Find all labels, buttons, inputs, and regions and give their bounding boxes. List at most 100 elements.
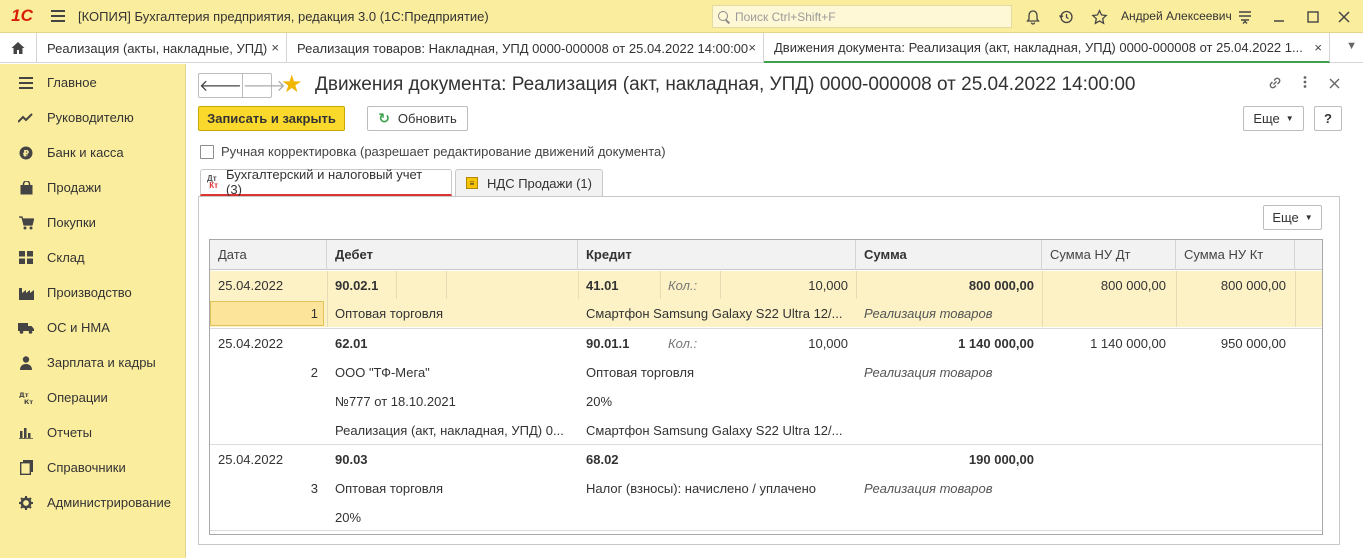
- tab-accounting[interactable]: Дт Кт Бухгалтерский и налоговый учет (3): [200, 167, 452, 197]
- history-icon[interactable]: [1055, 6, 1077, 28]
- search-icon: [717, 10, 731, 24]
- search-placeholder: Поиск Ctrl+Shift+F: [735, 9, 836, 24]
- tabs-dropdown-icon[interactable]: ▼: [1346, 40, 1357, 52]
- help-button[interactable]: ?: [1314, 106, 1342, 131]
- bar-chart-icon: [17, 425, 35, 441]
- global-search-input[interactable]: Поиск Ctrl+Shift+F: [712, 5, 1012, 28]
- cell-credit-account: 90.01.1: [586, 336, 630, 351]
- close-icon[interactable]: ×: [271, 40, 279, 55]
- home-button[interactable]: [0, 33, 37, 63]
- sidebar-item-production[interactable]: Производство: [0, 275, 185, 310]
- user-name[interactable]: Андрей Алексеевич: [1121, 9, 1232, 23]
- sidebar-item-sales[interactable]: Продажи: [0, 170, 185, 205]
- cell-debit-subconto: №777 от 18.10.2021: [335, 394, 456, 409]
- maximize-icon[interactable]: [1302, 6, 1324, 28]
- sidebar-item-manager[interactable]: Руководителю: [0, 100, 185, 135]
- movements-table[interactable]: Дата Дебет Кредит Сумма Сумма НУ Дт Сумм…: [209, 239, 1323, 535]
- manual-correction-label: Ручная корректировка (разрешает редактир…: [221, 144, 666, 159]
- tab-sales-list[interactable]: Реализация (акты, накладные, УПД) ×: [37, 33, 287, 63]
- cell-credit-account: 68.02: [586, 452, 619, 467]
- bell-icon[interactable]: [1022, 6, 1044, 28]
- column-header-date[interactable]: Дата: [210, 240, 327, 270]
- cell-debit-account: 62.01: [335, 336, 368, 351]
- minimize-icon[interactable]: [1268, 6, 1290, 28]
- sidebar-item-assets[interactable]: ОС и НМА: [0, 310, 185, 345]
- sidebar-item-label: Зарплата и кадры: [47, 355, 156, 370]
- sidebar-item-bank[interactable]: ₽ Банк и касса: [0, 135, 185, 170]
- main-menu-icon[interactable]: [44, 0, 72, 33]
- tab-label: Движения документа: Реализация (акт, нак…: [774, 39, 1303, 55]
- close-window-icon[interactable]: [1333, 6, 1355, 28]
- more-actions-icon[interactable]: [1302, 74, 1308, 94]
- sections-panel: Главное Руководителю ₽ Банк и касса Прод…: [0, 64, 186, 558]
- column-header-credit[interactable]: Кредит: [578, 240, 856, 270]
- tab-vat-sales[interactable]: ≡ НДС Продажи (1): [455, 169, 603, 196]
- title-bar: 1С [КОПИЯ] Бухгалтерия предприятия, реда…: [0, 0, 1363, 33]
- close-icon[interactable]: ×: [748, 40, 756, 55]
- sidebar-item-label: Продажи: [47, 180, 102, 195]
- sidebar-item-label: Справочники: [47, 460, 126, 475]
- more-button[interactable]: Еще ▼: [1243, 106, 1304, 131]
- sidebar-item-purchases[interactable]: Покупки: [0, 205, 185, 240]
- column-header-tax-dt[interactable]: Сумма НУ Дт: [1042, 240, 1176, 270]
- table-row[interactable]: 25.04.2022 3 90.03 Оптовая торговля 20% …: [210, 445, 1322, 534]
- save-and-close-button[interactable]: Записать и закрыть: [198, 106, 345, 131]
- cell-credit-subconto: Смартфон Samsung Galaxy S22 Ultra 12/...: [586, 423, 843, 438]
- column-header-debit[interactable]: Дебет: [327, 240, 578, 270]
- settings-menu-icon[interactable]: [1234, 6, 1256, 28]
- tab-label: Реализация (акты, накладные, УПД): [47, 40, 268, 56]
- cell-date: 25.04.2022: [218, 278, 284, 293]
- close-icon[interactable]: ×: [1314, 40, 1322, 55]
- column-header-tax-kt[interactable]: Сумма НУ Кт: [1176, 240, 1295, 270]
- sidebar-item-operations[interactable]: Дт Кт Операции: [0, 380, 185, 415]
- forward-arrow-icon[interactable]: 🡒: [241, 74, 286, 97]
- sidebar-item-main[interactable]: Главное: [0, 65, 185, 100]
- sidebar-item-salary[interactable]: Зарплата и кадры: [0, 345, 185, 380]
- tab-document-movements[interactable]: Движения документа: Реализация (акт, нак…: [764, 33, 1330, 63]
- books-icon: [17, 460, 35, 476]
- cell-credit-subconto: Оптовая торговля: [586, 365, 695, 380]
- grid-more-button[interactable]: Еще ▼: [1263, 205, 1322, 230]
- cell-line-number: 1: [310, 306, 318, 321]
- cell-tax-kt: 950 000,00: [1220, 336, 1286, 351]
- cell-sum: 800 000,00: [968, 278, 1034, 293]
- table-row[interactable]: 25.04.2022 1 90.02.1 Оптовая торговля 41…: [210, 271, 1322, 327]
- cell-credit-subconto: Смартфон Samsung Galaxy S22 Ultra 12/...: [586, 306, 843, 321]
- manual-correction-checkbox[interactable]: [200, 144, 214, 159]
- refresh-button[interactable]: ↻ Обновить: [367, 106, 468, 131]
- favorite-star-icon[interactable]: ★: [281, 72, 303, 98]
- sidebar-item-label: Руководителю: [47, 110, 134, 125]
- sidebar-item-catalogs[interactable]: Справочники: [0, 450, 185, 485]
- cell-tax-dt: 800 000,00: [1100, 278, 1166, 293]
- history-nav: 🡐 🡒: [198, 73, 286, 98]
- cell-credit-subconto: 20%: [586, 394, 613, 409]
- cell-debit-subconto: Оптовая торговля: [335, 481, 444, 496]
- cell-tax-dt: 1 140 000,00: [1090, 336, 1166, 351]
- manual-correction-row[interactable]: Ручная корректировка (разрешает редактир…: [200, 144, 666, 159]
- cell-tax-kt: 800 000,00: [1220, 278, 1286, 293]
- link-icon[interactable]: [1267, 75, 1283, 95]
- cell-date: 25.04.2022: [218, 452, 284, 467]
- sidebar-item-label: Покупки: [47, 215, 96, 230]
- cell-content: Реализация товаров: [864, 306, 993, 321]
- sidebar-item-administration[interactable]: Администрирование: [0, 485, 185, 520]
- menu-lines-icon: [17, 75, 35, 91]
- debit-credit-icon: Дт Кт: [17, 390, 35, 406]
- grid-more-label: Еще: [1272, 210, 1299, 225]
- cell-debit-account: 90.03: [335, 452, 368, 467]
- register-icon: ≡: [466, 177, 478, 189]
- table-row[interactable]: 25.04.2022 2 62.01 ООО "ТФ-Мега" №777 от…: [210, 329, 1322, 444]
- tab-sales-document[interactable]: Реализация товаров: Накладная, УПД 0000-…: [287, 33, 764, 63]
- favorites-star-icon[interactable]: [1088, 6, 1110, 28]
- sidebar-item-warehouse[interactable]: Склад: [0, 240, 185, 275]
- page-title: Движения документа: Реализация (акт, нак…: [315, 74, 1136, 95]
- close-form-icon[interactable]: [1329, 76, 1340, 93]
- tab-label: НДС Продажи (1): [487, 175, 592, 191]
- svg-text:Кт: Кт: [24, 398, 33, 405]
- cell-sum: 190 000,00: [968, 452, 1034, 467]
- more-label: Еще: [1253, 111, 1280, 126]
- back-arrow-icon[interactable]: 🡐: [199, 74, 242, 97]
- column-header-sum[interactable]: Сумма: [856, 240, 1042, 270]
- cell-credit-account: 41.01: [586, 278, 619, 293]
- sidebar-item-reports[interactable]: Отчеты: [0, 415, 185, 450]
